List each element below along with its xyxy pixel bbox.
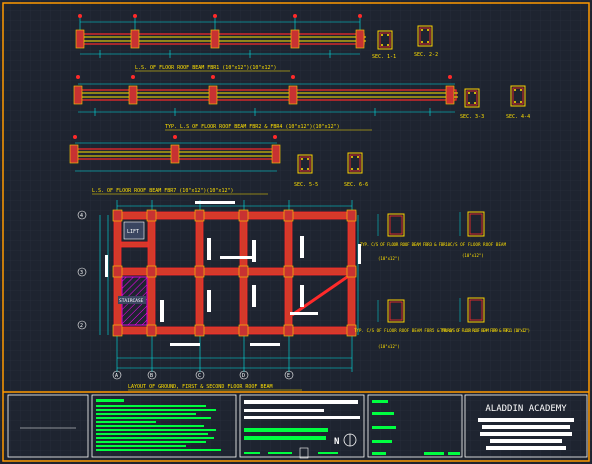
beam-1-title: L.S. OF FLOOR ROOF BEAM FBR1 (10"x12")(1… (135, 65, 276, 71)
staircase-label: STAIRCASE (119, 298, 144, 304)
detail-b-dim: (10"x12") (462, 253, 484, 258)
beam-2-title: TYP. L.S OF FLOOR ROOF BEAM FBR2 & FBR4 … (165, 124, 340, 130)
section-1-1-label: SEC. 1-1 (372, 54, 396, 60)
grid-row-3: 3 (80, 270, 83, 276)
section-2-2-label: SEC. 2-2 (414, 52, 438, 58)
detail-a-title: TYP. C/S OF FLOOR ROOF BEAM FBR3 & FBR10 (360, 242, 451, 247)
grid-row-4: 4 (80, 213, 83, 219)
company-name: ALADDIN ACADEMY (485, 404, 567, 414)
grid-col-b: B (150, 373, 153, 379)
north-logo-letter: N (334, 437, 339, 447)
lift-label: LIFT (127, 229, 139, 235)
detail-c-dim: (10"x12") (378, 344, 400, 349)
plan-title: LAYOUT OF GROUND, FIRST & SECOND FLOOR R… (128, 384, 273, 390)
section-3-3-label: SEC. 3-3 (460, 114, 484, 120)
detail-a-dim: (10"x12") (378, 256, 400, 261)
cad-drawing-sheet: L.S. OF FLOOR ROOF BEAM FBR1 (10"x12")(1… (0, 0, 592, 464)
canvas-grid (0, 0, 592, 464)
grid-col-a: A (115, 373, 118, 379)
grid-col-e: E (287, 373, 290, 379)
section-4-4-label: SEC. 4-4 (506, 114, 530, 120)
grid-col-d: D (242, 373, 245, 379)
grid-col-c: C (198, 373, 201, 379)
detail-b-title: C/S OF FLOOR ROOF BEAM (450, 242, 507, 247)
section-6-6-label: SEC. 6-6 (344, 182, 368, 188)
beam-3-title: L.S. OF FLOOR ROOF BEAM FBR7 (10"x12")(1… (92, 188, 233, 194)
grid-row-2: 2 (80, 323, 83, 329)
section-5-5-label: SEC. 5-5 (294, 182, 318, 188)
detail-d-title: TYP. C/S OF FLOOR ROOF BEAM FBR9 & FBR11… (440, 328, 530, 333)
detail-c-title: TYP. C/S OF FLOOR ROOF BEAM FBR5 & FBR8 (354, 328, 453, 333)
